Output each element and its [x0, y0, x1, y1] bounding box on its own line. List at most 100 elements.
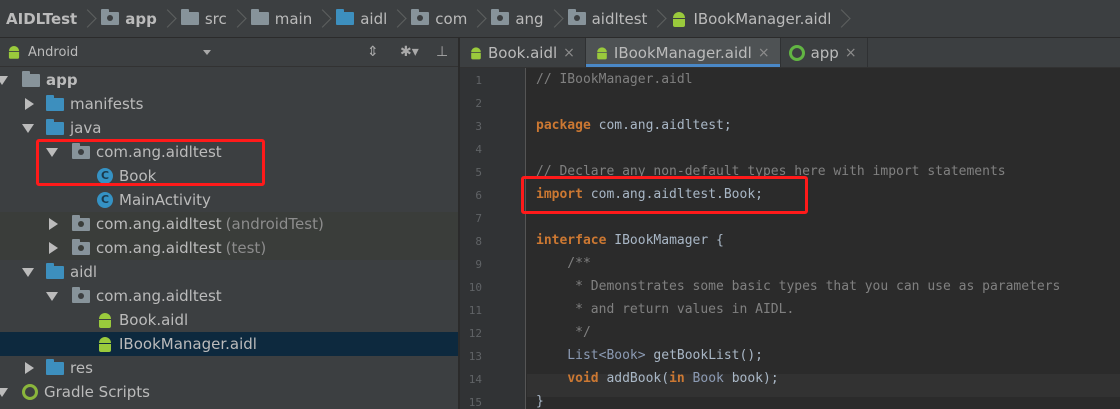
module-icon — [788, 44, 805, 61]
breadcrumb-label: app — [125, 9, 157, 28]
line-number: 14 — [468, 373, 482, 386]
tree-item-manifests[interactable]: manifests — [0, 92, 458, 116]
tab-app[interactable]: app × — [781, 38, 868, 67]
breadcrumb-label: IBookManager.aidl — [693, 9, 832, 28]
tree-item-aidl[interactable]: aidl — [0, 260, 458, 284]
tree-item-ibookmanager-aidl[interactable]: IBookManager.aidl — [0, 332, 458, 356]
line-number: 15 — [468, 396, 482, 409]
module-folder-icon — [22, 70, 40, 87]
line-number: 2 — [475, 97, 482, 110]
line-number: 9 — [475, 258, 482, 271]
tree-item-label: aidl — [70, 263, 98, 281]
collapse-all-icon[interactable]: ⇕ — [367, 44, 379, 60]
close-icon[interactable]: × — [563, 45, 575, 61]
expand-arrow-icon[interactable] — [49, 218, 58, 230]
line-number: 4 — [475, 143, 482, 156]
breadcrumb-separator — [839, 0, 849, 38]
breadcrumb-label: AIDLTest — [6, 9, 78, 28]
breadcrumb-separator — [552, 0, 562, 38]
tree-item-label: com.ang.aidltest — [96, 287, 222, 305]
keyword: void — [567, 371, 599, 386]
tree-item-package-aidl[interactable]: com.ang.aidltest — [0, 284, 458, 308]
folder-icon — [250, 9, 269, 25]
tree-item-res[interactable]: res — [0, 356, 458, 380]
line-number-gutter: 1 2 3 4 5 6 7 8 9 10 11 12 13 14 15 — [460, 68, 526, 409]
collapse-arrow-icon[interactable] — [46, 292, 58, 301]
breadcrumb-separator — [320, 0, 330, 38]
chevron-down-icon[interactable] — [203, 50, 211, 55]
code-line-14: void addBook(in Book book); — [536, 371, 778, 386]
breadcrumb-item-main[interactable]: main — [245, 0, 316, 38]
breadcrumb-item-com[interactable]: com — [405, 0, 471, 38]
android-icon — [97, 312, 113, 328]
collapse-arrow-icon[interactable] — [22, 124, 34, 133]
line-number: 10 — [468, 281, 482, 294]
tree-item-package-test[interactable]: com.ang.aidltest (test) — [0, 236, 458, 260]
breadcrumb-label: main — [274, 9, 313, 28]
collapse-arrow-icon[interactable] — [0, 76, 8, 85]
code-line-15: } — [536, 394, 544, 409]
close-icon[interactable]: × — [845, 45, 857, 61]
expand-arrow-icon[interactable] — [49, 242, 58, 254]
code-line-10: * Demonstrates some basic types that you… — [536, 279, 1061, 294]
folder-icon — [46, 262, 64, 279]
project-view-selector[interactable]: Android — [28, 45, 78, 60]
gradle-icon — [22, 384, 38, 400]
tree-item-label: com.ang.aidltest — [96, 215, 222, 233]
breadcrumb-item-ang[interactable]: ang — [485, 0, 547, 38]
type-name: List — [536, 348, 599, 363]
tree-item-java[interactable]: java — [0, 116, 458, 140]
breadcrumb-item-src[interactable]: src — [175, 0, 231, 38]
tree-item-package-androidtest[interactable]: com.ang.aidltest (androidTest) — [0, 212, 458, 236]
breadcrumb-separator — [235, 0, 245, 38]
package-icon — [411, 9, 430, 25]
line-number: 11 — [468, 304, 482, 317]
hide-panel-icon[interactable]: ⊥ — [436, 44, 448, 60]
line-number: 7 — [475, 212, 482, 225]
editor-tabs: Book.aidl × IBookManager.aidl × app × — [460, 38, 1120, 68]
breadcrumb-label: com — [435, 9, 468, 28]
tree-item-suffix: (test) — [225, 239, 267, 257]
expand-arrow-icon[interactable] — [25, 98, 34, 110]
line-number: 5 — [475, 166, 482, 179]
breadcrumb-item-project[interactable]: AIDLTest — [0, 0, 81, 38]
breadcrumb-separator — [475, 0, 485, 38]
breadcrumb: AIDLTest app src main aidl com ang aidlt… — [0, 0, 1120, 38]
tree-item-mainactivity-class[interactable]: C MainActivity — [0, 188, 458, 212]
code-line-11: * and return values in AIDL. — [536, 302, 795, 317]
tree-item-gradle-scripts[interactable]: Gradle Scripts — [0, 380, 458, 404]
code-line-1: // IBookManager.aidl — [536, 72, 693, 87]
code-text: IBookMamager { — [606, 233, 724, 248]
breadcrumb-separator — [395, 0, 405, 38]
breadcrumb-item-aidltest[interactable]: aidltest — [562, 0, 652, 38]
source-folder-icon — [336, 9, 355, 25]
tab-ibookmanager-aidl[interactable]: IBookManager.aidl × — [585, 38, 781, 67]
breadcrumb-label: aidltest — [591, 9, 648, 28]
project-panel-header: Android ⇕ ✱▾ ⊥ — [0, 38, 458, 67]
breadcrumb-item-app[interactable]: app — [95, 0, 161, 38]
collapse-arrow-icon[interactable] — [0, 388, 8, 397]
collapse-arrow-icon[interactable] — [22, 268, 34, 277]
line-number: 8 — [475, 235, 482, 248]
code-line-13: List<Book> getBookList(); — [536, 348, 763, 363]
class-icon: C — [97, 192, 113, 208]
folder-icon — [180, 9, 199, 25]
tab-book-aidl[interactable]: Book.aidl × — [460, 38, 586, 67]
close-icon[interactable]: × — [758, 45, 770, 61]
package-icon — [491, 9, 510, 25]
package-icon — [567, 9, 586, 25]
tree-item-book-aidl[interactable]: Book.aidl — [0, 308, 458, 332]
breadcrumb-item-file[interactable]: IBookManager.aidl — [665, 0, 835, 38]
generic-type: <Book> — [598, 348, 646, 363]
breadcrumb-item-aidl[interactable]: aidl — [330, 0, 391, 38]
line-number: 3 — [475, 120, 482, 133]
keyword: package — [536, 118, 591, 133]
tree-item-label: Gradle Scripts — [44, 383, 150, 401]
android-icon — [97, 336, 113, 352]
settings-icon[interactable]: ✱▾ — [400, 44, 419, 60]
tree-item-app[interactable]: app — [0, 68, 458, 92]
code-area[interactable]: // IBookManager.aidl package com.ang.aid… — [527, 68, 1120, 409]
line-number: 12 — [468, 327, 482, 340]
expand-arrow-icon[interactable] — [25, 362, 34, 374]
